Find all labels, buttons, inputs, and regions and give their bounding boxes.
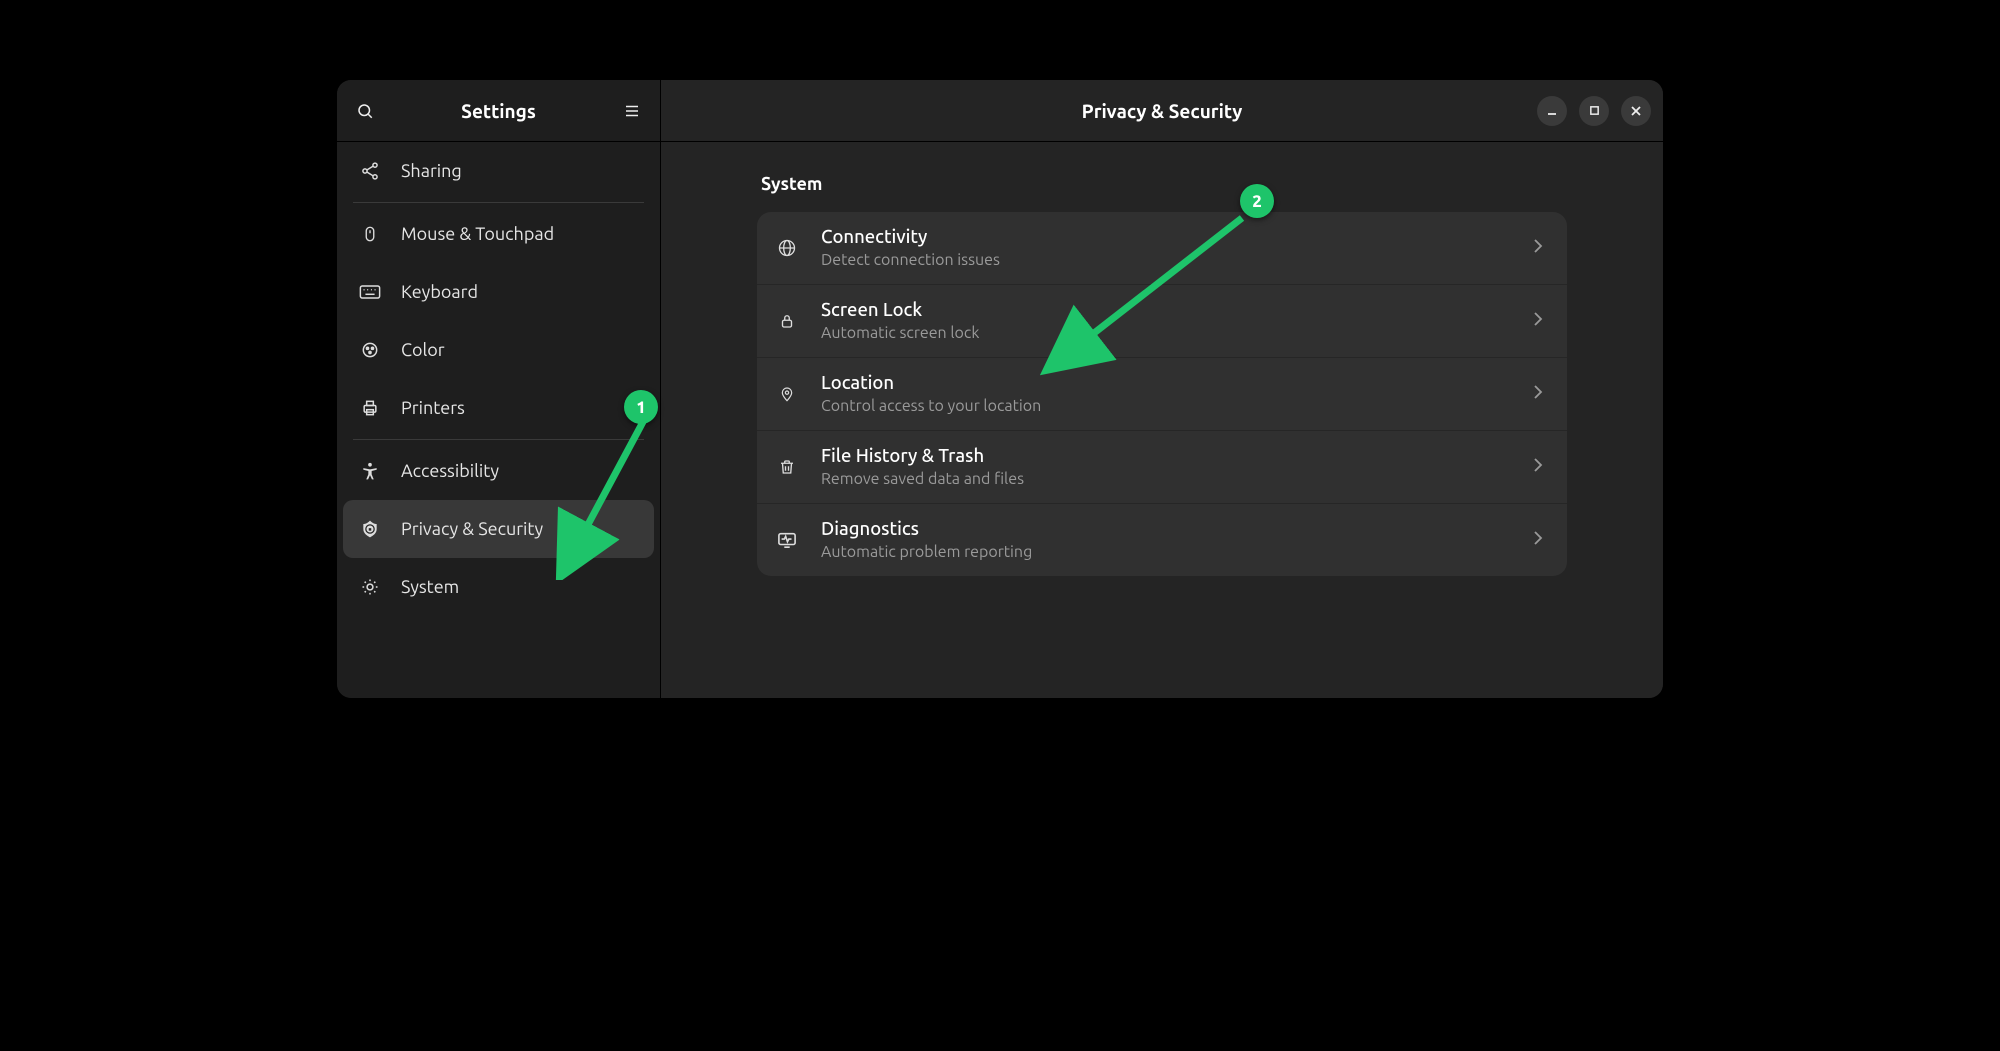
sidebar-item-label: Privacy & Security bbox=[401, 519, 543, 539]
sidebar: Settings Sharing Mouse & Touchpad bbox=[337, 80, 661, 698]
search-button[interactable] bbox=[351, 97, 379, 125]
diagnostics-icon bbox=[775, 531, 799, 549]
privacy-icon bbox=[359, 519, 381, 539]
globe-icon bbox=[775, 238, 799, 258]
chevron-right-icon bbox=[1533, 384, 1543, 404]
sidebar-item-keyboard[interactable]: Keyboard bbox=[343, 263, 654, 321]
row-connectivity[interactable]: Connectivity Detect connection issues bbox=[757, 212, 1567, 284]
minimize-button[interactable] bbox=[1537, 96, 1567, 126]
row-subtitle: Automatic problem reporting bbox=[821, 543, 1511, 561]
row-title: Location bbox=[821, 373, 1511, 393]
location-icon bbox=[775, 384, 799, 404]
sidebar-item-accessibility[interactable]: Accessibility bbox=[343, 442, 654, 500]
sidebar-header: Settings bbox=[337, 80, 660, 142]
settings-window: Settings Sharing Mouse & Touchpad bbox=[337, 80, 1663, 698]
sidebar-item-label: Keyboard bbox=[401, 282, 478, 302]
row-subtitle: Automatic screen lock bbox=[821, 324, 1511, 342]
sidebar-item-label: Sharing bbox=[401, 161, 462, 181]
row-file-history-trash[interactable]: File History & Trash Remove saved data a… bbox=[757, 430, 1567, 503]
row-subtitle: Detect connection issues bbox=[821, 251, 1511, 269]
sidebar-item-color[interactable]: Color bbox=[343, 321, 654, 379]
keyboard-icon bbox=[359, 284, 381, 300]
maximize-button[interactable] bbox=[1579, 96, 1609, 126]
settings-rows: Connectivity Detect connection issues Sc… bbox=[757, 212, 1567, 576]
row-location[interactable]: Location Control access to your location bbox=[757, 357, 1567, 430]
row-subtitle: Remove saved data and files bbox=[821, 470, 1511, 488]
main-header: Privacy & Security bbox=[661, 80, 1663, 142]
chevron-right-icon bbox=[1533, 530, 1543, 550]
row-text: Screen Lock Automatic screen lock bbox=[821, 300, 1511, 342]
sidebar-item-sharing[interactable]: Sharing bbox=[343, 142, 654, 200]
row-text: File History & Trash Remove saved data a… bbox=[821, 446, 1511, 488]
chevron-right-icon bbox=[1533, 238, 1543, 258]
maximize-icon bbox=[1589, 105, 1600, 116]
sidebar-item-label: Accessibility bbox=[401, 461, 499, 481]
sidebar-item-label: System bbox=[401, 577, 459, 597]
sidebar-item-label: Mouse & Touchpad bbox=[401, 224, 554, 244]
trash-icon bbox=[775, 457, 799, 477]
row-diagnostics[interactable]: Diagnostics Automatic problem reporting bbox=[757, 503, 1567, 576]
chevron-right-icon bbox=[1533, 311, 1543, 331]
sidebar-divider bbox=[353, 202, 644, 203]
annotation-badge-2: 2 bbox=[1240, 184, 1274, 218]
sidebar-divider bbox=[353, 439, 644, 440]
sidebar-item-privacy-security[interactable]: Privacy & Security bbox=[343, 500, 654, 558]
row-text: Location Control access to your location bbox=[821, 373, 1511, 415]
color-icon bbox=[359, 340, 381, 360]
sidebar-item-label: Printers bbox=[401, 398, 465, 418]
chevron-right-icon bbox=[1533, 457, 1543, 477]
sidebar-item-system[interactable]: System bbox=[343, 558, 654, 616]
row-screen-lock[interactable]: Screen Lock Automatic screen lock bbox=[757, 284, 1567, 357]
close-icon bbox=[1630, 105, 1642, 117]
sidebar-item-label: Color bbox=[401, 340, 445, 360]
row-text: Connectivity Detect connection issues bbox=[821, 227, 1511, 269]
accessibility-icon bbox=[359, 461, 381, 481]
close-button[interactable] bbox=[1621, 96, 1651, 126]
sidebar-item-printers[interactable]: Printers bbox=[343, 379, 654, 437]
row-text: Diagnostics Automatic problem reporting bbox=[821, 519, 1511, 561]
printer-icon bbox=[359, 398, 381, 418]
row-title: Connectivity bbox=[821, 227, 1511, 247]
hamburger-icon bbox=[623, 102, 641, 120]
share-icon bbox=[359, 161, 381, 181]
page-title: Privacy & Security bbox=[1082, 100, 1243, 122]
annotation-badge-1: 1 bbox=[624, 390, 658, 424]
system-icon bbox=[359, 577, 381, 597]
minimize-icon bbox=[1546, 105, 1558, 117]
search-icon bbox=[356, 102, 374, 120]
row-subtitle: Control access to your location bbox=[821, 397, 1511, 415]
section-title: System bbox=[761, 174, 1567, 194]
mouse-icon bbox=[359, 224, 381, 244]
sidebar-item-mouse-touchpad[interactable]: Mouse & Touchpad bbox=[343, 205, 654, 263]
row-title: File History & Trash bbox=[821, 446, 1511, 466]
sidebar-list: Sharing Mouse & Touchpad Keyboard Co bbox=[337, 142, 660, 698]
lock-icon bbox=[775, 311, 799, 331]
row-title: Diagnostics bbox=[821, 519, 1511, 539]
row-title: Screen Lock bbox=[821, 300, 1511, 320]
window-controls bbox=[1537, 80, 1651, 141]
sidebar-title: Settings bbox=[461, 100, 536, 122]
main-panel: Privacy & Security System bbox=[661, 80, 1663, 698]
main-body: System Connectivity Detect connection is… bbox=[661, 142, 1663, 698]
hamburger-menu-button[interactable] bbox=[618, 97, 646, 125]
